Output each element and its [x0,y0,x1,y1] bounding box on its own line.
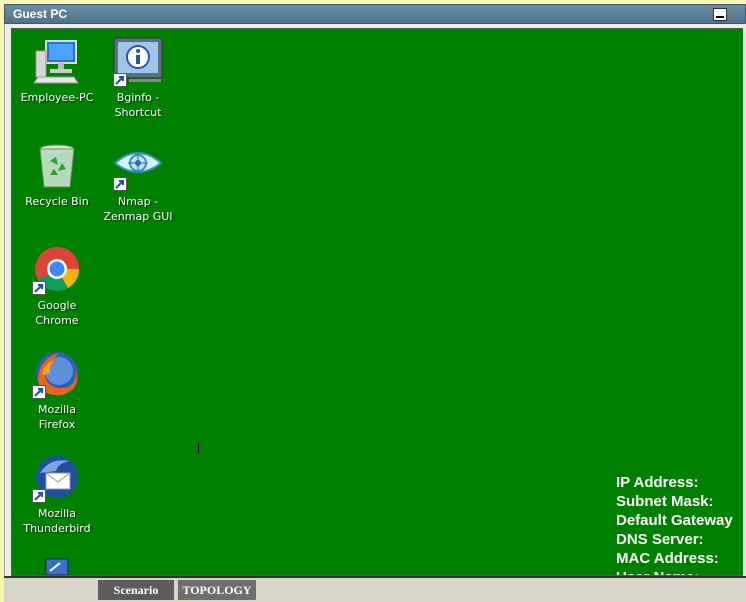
window-title: Guest PC [13,7,68,21]
shortcut-arrow-icon [32,489,46,503]
desktop-icon-recycle-bin[interactable]: Recycle Bin [12,141,102,209]
desktop-icon-label: Nmap - Zenmap GUI [103,195,173,223]
desktop-icon-employee-pc[interactable]: Employee-PC [12,37,102,105]
computer-icon [32,37,82,87]
bginfo-overlay: IP Address: Subnet Mask: Default Gateway… [616,473,733,575]
text-cursor [198,443,199,453]
bginfo-ip-label: IP Address: [616,474,699,491]
window-body: Employee-PC Bginfo - Shortcut Recycle Bi… [4,24,746,576]
bginfo-mac-label: MAC Address: [616,550,719,567]
desktop-icon-label: Employee-PC [20,91,94,104]
minimize-button[interactable] [713,8,727,21]
bottom-tab-bar: Scenario TOPOLOGY [4,576,746,602]
bginfo-gateway-label: Default Gateway [616,512,733,529]
desktop-icon-bginfo[interactable]: Bginfo - Shortcut [93,37,183,120]
desktop-icon-label: Recycle Bin [25,195,89,208]
desktop-icon-zenmap[interactable]: Nmap - Zenmap GUI [93,141,183,224]
desktop[interactable]: Employee-PC Bginfo - Shortcut Recycle Bi… [11,28,745,576]
desktop-icon-partial[interactable] [12,557,102,575]
tab-topology[interactable]: TOPOLOGY [178,580,256,600]
firefox-icon [32,349,82,399]
bginfo-dns-label: DNS Server: [616,531,704,548]
desktop-icon-label: Google Chrome [35,299,79,327]
bginfo-icon [113,37,163,87]
shortcut-arrow-icon [32,281,46,295]
desktop-icon-chrome[interactable]: Google Chrome [12,245,102,328]
desktop-icon-firefox[interactable]: Mozilla Firefox [12,349,102,432]
shortcut-arrow-icon [32,385,46,399]
desktop-icon-thunderbird[interactable]: Mozilla Thunderbird [12,453,102,536]
shortcut-arrow-icon [113,73,127,87]
bginfo-subnet-label: Subnet Mask: [616,493,714,510]
monitor-icon [32,557,82,575]
window-titlebar[interactable]: Guest PC [4,4,746,24]
bginfo-user-label: User Name: [616,568,733,575]
recycle-bin-icon [32,141,82,191]
zenmap-icon [113,141,163,191]
thunderbird-icon [32,453,82,503]
desktop-icon-label: Bginfo - Shortcut [114,91,162,119]
tab-scenario[interactable]: Scenario [98,580,174,600]
shortcut-arrow-icon [113,177,127,191]
application-frame: Guest PC Employee-PC Bginfo - Shortcut R… [0,0,746,602]
desktop-icon-label: Mozilla Thunderbird [23,507,91,535]
desktop-icon-label: Mozilla Firefox [38,403,76,431]
chrome-icon [32,245,82,295]
